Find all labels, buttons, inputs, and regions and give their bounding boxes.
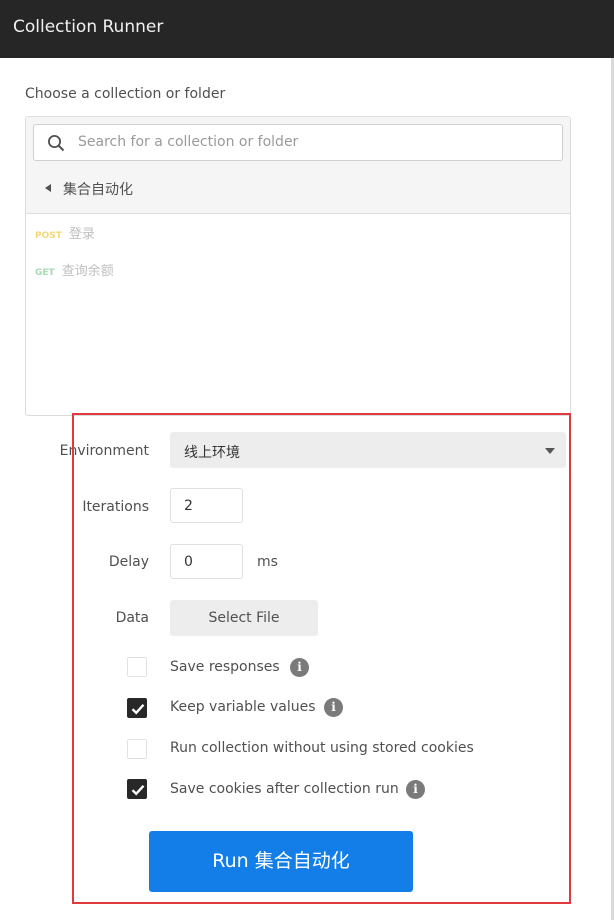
request-method-post: POST xyxy=(35,231,62,241)
request-name: 查询余额 xyxy=(61,264,114,279)
collection-picker-header: 集合自动化 xyxy=(26,117,570,214)
title-bar: Collection Runner xyxy=(0,0,614,58)
request-name: 登录 xyxy=(68,227,95,242)
highlight-annotation xyxy=(72,413,571,904)
collection-picker: 集合自动化 POST 登录 GET 查询余额 xyxy=(25,116,571,416)
request-method-get: GET xyxy=(35,268,55,278)
search-input[interactable] xyxy=(78,131,548,153)
search-box[interactable] xyxy=(33,124,563,161)
request-item: GET 查询余额 xyxy=(35,260,114,279)
request-item: POST 登录 xyxy=(35,223,95,242)
breadcrumb-label: 集合自动化 xyxy=(63,182,133,198)
back-arrow-icon xyxy=(45,184,51,192)
window-title: Collection Runner xyxy=(13,17,164,37)
choose-collection-label: Choose a collection or folder xyxy=(25,86,226,102)
search-icon xyxy=(48,135,65,152)
breadcrumb-back[interactable]: 集合自动化 xyxy=(45,179,133,199)
